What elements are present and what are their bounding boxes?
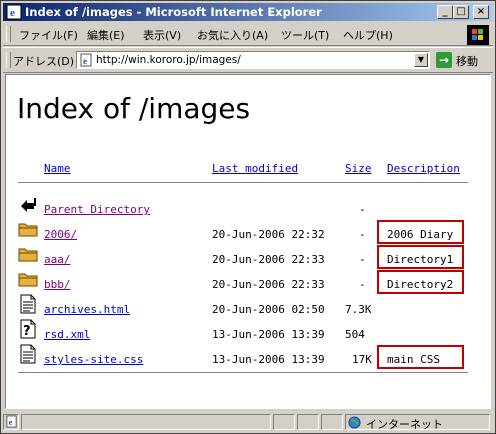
menu-favorites[interactable]: お気に入り(A): [197, 27, 268, 43]
file-link-2006[interactable]: 2006/: [44, 228, 77, 241]
svg-text:e: e: [9, 418, 13, 427]
address-input[interactable]: e http://win.kororo.jp/images/ ▼: [76, 51, 430, 69]
close-icon: ×: [476, 6, 486, 17]
status-zone-pane: インターネット: [345, 414, 490, 431]
file-link-bbb[interactable]: bbb/: [44, 278, 71, 291]
menu-tools[interactable]: ツール(T): [281, 27, 329, 43]
svg-text:e: e: [10, 7, 15, 19]
menu-file[interactable]: ファイル(F): [19, 27, 78, 43]
globe-icon: [348, 416, 361, 429]
toolbar-grip[interactable]: [6, 52, 11, 68]
status-misc-pane: [321, 414, 343, 430]
maximize-icon: □: [456, 6, 466, 17]
page-icon: e: [6, 415, 17, 428]
minimize-button[interactable]: _: [437, 5, 453, 19]
file-link-styles-site-css[interactable]: styles-site.css: [44, 353, 143, 366]
menu-view[interactable]: 表示(V): [143, 27, 181, 43]
toolbar-grip[interactable]: [6, 26, 11, 42]
address-label: アドレス(D): [13, 55, 75, 68]
file-description: Directory2: [387, 278, 454, 291]
file-modified: 20-Jun-2006 22:33: [212, 253, 325, 266]
title-bar[interactable]: e Index of /images - Microsoft Internet …: [3, 3, 493, 21]
address-bar: アドレス(D) e http://win.kororo.jp/images/ ▼…: [3, 47, 493, 73]
status-zone-label: インターネット: [366, 418, 443, 431]
file-link-parent-directory[interactable]: Parent Directory: [44, 203, 150, 216]
file-description: 2006 Diary: [387, 228, 454, 241]
file-link-rsd-xml[interactable]: rsd.xml: [44, 328, 90, 341]
column-header-last-modified[interactable]: Last modified: [212, 162, 298, 175]
go-arrow-icon: →: [436, 52, 452, 68]
file-link-archives-html[interactable]: archives.html: [44, 303, 130, 316]
status-page-pane: e: [3, 414, 19, 430]
chevron-down-icon: ▼: [417, 55, 425, 64]
file-size: -: [359, 203, 366, 216]
maximize-button[interactable]: □: [453, 5, 469, 19]
minimize-icon: _: [442, 6, 448, 17]
windows-logo-icon: [467, 25, 489, 45]
page-icon: e: [80, 53, 92, 67]
text-file-icon: [20, 294, 36, 314]
column-header-name[interactable]: Name: [44, 162, 71, 175]
file-size: -: [359, 253, 366, 266]
file-size: -: [359, 278, 366, 291]
file-size: 7.3K: [345, 303, 372, 316]
status-bar: e インターネット: [3, 413, 493, 431]
file-link-aaa[interactable]: aaa/: [44, 253, 71, 266]
file-size: 17K: [352, 353, 372, 366]
svg-text:?: ?: [23, 324, 31, 339]
footer-divider: [18, 372, 468, 374]
go-button[interactable]: → 移動: [436, 51, 492, 69]
status-progress-pane: [273, 414, 295, 430]
file-modified: 20-Jun-2006 22:32: [212, 228, 325, 241]
window-title: Index of /images - Microsoft Internet Ex…: [25, 5, 322, 19]
folder-icon: [18, 248, 38, 262]
file-description: Directory1: [387, 253, 454, 266]
file-modified: 13-Jun-2006 13:39: [212, 353, 325, 366]
page-heading: Index of /images: [17, 92, 251, 125]
menu-edit[interactable]: 編集(E): [87, 27, 125, 43]
status-text-pane: [21, 414, 271, 430]
address-dropdown-button[interactable]: ▼: [414, 53, 428, 67]
address-url: http://win.kororo.jp/images/: [96, 54, 241, 66]
page-content: Index of /images Name Last modified Size…: [5, 74, 491, 409]
menu-bar: ファイル(F) 編集(E) 表示(V) お気に入り(A) ツール(T) ヘルプ(…: [3, 23, 493, 46]
back-icon: [21, 198, 36, 212]
text-file-icon: [20, 344, 36, 364]
folder-icon: [18, 223, 38, 237]
svg-text:e: e: [83, 56, 87, 66]
column-header-size[interactable]: Size: [345, 162, 372, 175]
file-modified: 13-Jun-2006 13:39: [212, 328, 325, 341]
go-label: 移動: [456, 55, 478, 68]
browser-window: e Index of /images - Microsoft Internet …: [0, 0, 496, 434]
file-size: 504: [345, 328, 365, 341]
column-header-description[interactable]: Description: [387, 162, 460, 175]
file-modified: 20-Jun-2006 02:50: [212, 303, 325, 316]
internet-explorer-icon: e: [6, 4, 22, 20]
status-lock-pane: [297, 414, 319, 430]
file-modified: 20-Jun-2006 22:33: [212, 278, 325, 291]
menu-help[interactable]: ヘルプ(H): [343, 27, 393, 43]
unknown-file-icon: ?: [20, 319, 36, 339]
file-size: -: [359, 228, 366, 241]
header-divider: [18, 182, 468, 184]
file-description: main CSS: [387, 353, 440, 366]
close-button[interactable]: ×: [473, 5, 489, 19]
folder-icon: [18, 273, 38, 287]
